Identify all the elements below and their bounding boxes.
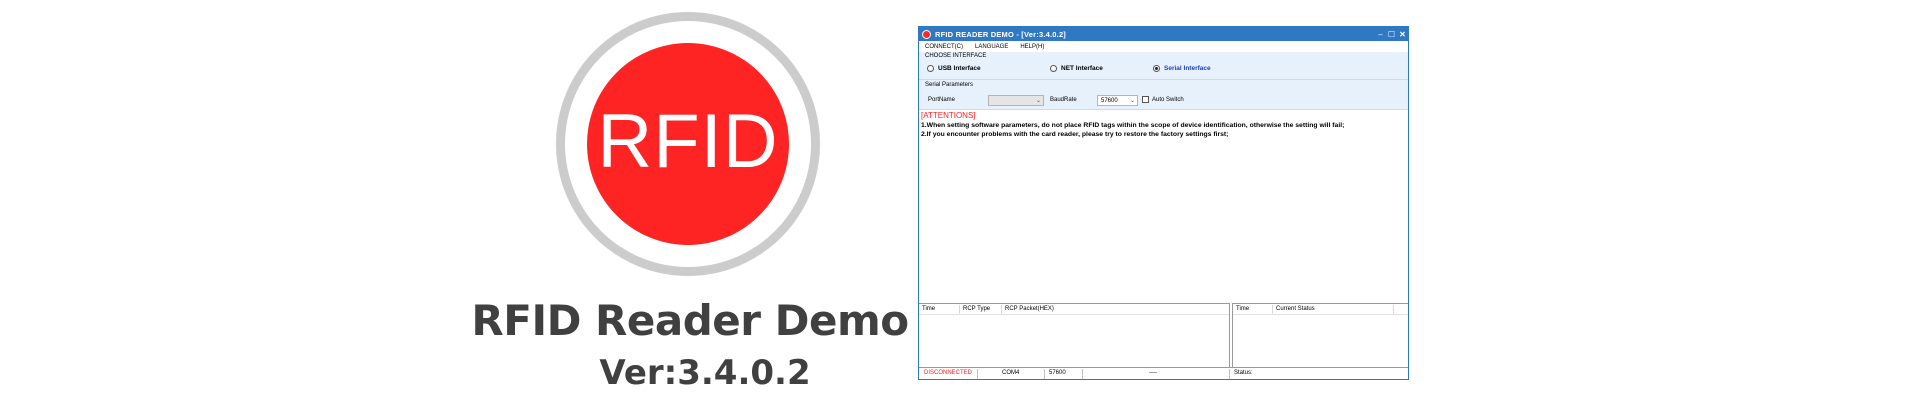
status-divider bbox=[977, 369, 978, 379]
app-icon bbox=[922, 29, 931, 39]
window-title: RFID READER DEMO - [Ver:3.4.0.2] bbox=[935, 29, 1067, 39]
port-name-label: PortName bbox=[928, 97, 956, 103]
checkbox-unchecked-icon bbox=[1142, 96, 1149, 103]
interface-legend: CHOOSE INTERFACE bbox=[925, 53, 987, 59]
serial-parameters-panel: Serial Parameters PortName ⌄ BaudRate 57… bbox=[919, 80, 1408, 110]
status-text: Status: bbox=[1234, 370, 1253, 376]
attentions-heading: [ATTENTIONS] bbox=[921, 111, 976, 120]
status-log-header: Time Current Status bbox=[1233, 304, 1408, 315]
radio-unchecked-icon bbox=[927, 65, 934, 72]
usb-interface-radio[interactable]: USB Interface bbox=[927, 65, 981, 72]
status-divider bbox=[1229, 369, 1230, 379]
minimize-button[interactable]: – bbox=[1375, 27, 1386, 41]
auto-switch-label: Auto Switch bbox=[1152, 96, 1184, 103]
packet-log-table[interactable]: Time RCP Type RCP Packet(HEX) bbox=[919, 303, 1230, 368]
status-divider bbox=[1082, 369, 1083, 379]
status-port: COM4 bbox=[1002, 370, 1020, 376]
net-interface-radio[interactable]: NET Interface bbox=[1050, 65, 1103, 72]
serial-row: PortName ⌄ BaudRate 57600 ⌄ Auto Switch bbox=[919, 95, 1408, 107]
col-rcp-packet: RCP Packet(HEX) bbox=[1005, 306, 1054, 312]
chevron-down-icon: ⌄ bbox=[1035, 98, 1041, 104]
serial-legend: Serial Parameters bbox=[925, 82, 974, 88]
logo-disc: RFID bbox=[587, 43, 789, 245]
column-divider bbox=[1393, 305, 1394, 314]
col-current-status: Current Status bbox=[1276, 306, 1315, 312]
baud-rate-value: 57600 bbox=[1101, 97, 1118, 104]
baud-rate-label: BaudRate bbox=[1050, 97, 1077, 103]
baud-rate-select[interactable]: 57600 ⌄ bbox=[1097, 95, 1138, 106]
menu-help[interactable]: HELP(H) bbox=[1020, 44, 1044, 50]
brand-version: Ver:3.4.0.2 bbox=[599, 353, 811, 393]
column-divider bbox=[1001, 305, 1002, 314]
window-controls: – ☐ ✕ bbox=[1375, 27, 1408, 41]
interface-options: USB Interface NET Interface Serial Inter… bbox=[927, 65, 1408, 75]
col-time: Time bbox=[1236, 306, 1250, 312]
status-extra: ---- bbox=[1149, 370, 1157, 376]
brand-title: RFID Reader Demo bbox=[471, 296, 909, 345]
connection-status: DISCONNECTED bbox=[924, 370, 973, 376]
status-divider bbox=[1044, 369, 1045, 379]
logo-gap: RFID bbox=[565, 21, 811, 267]
col-time: Time bbox=[922, 306, 936, 312]
menu-language[interactable]: LANGUAGE bbox=[975, 44, 1008, 50]
menu-connect[interactable]: CONNECT(C) bbox=[925, 44, 963, 50]
attentions-area: [ATTENTIONS] 1.When setting software par… bbox=[921, 111, 1404, 138]
auto-switch-checkbox[interactable]: Auto Switch bbox=[1142, 96, 1184, 103]
serial-interface-radio[interactable]: Serial Interface bbox=[1153, 65, 1211, 72]
radio-unchecked-icon bbox=[1050, 65, 1057, 72]
chevron-down-icon: ⌄ bbox=[1129, 98, 1135, 104]
serial-interface-label: Serial Interface bbox=[1164, 65, 1211, 72]
packet-log-header: Time RCP Type RCP Packet(HEX) bbox=[919, 304, 1229, 315]
radio-checked-icon bbox=[1153, 65, 1160, 72]
interface-panel: CHOOSE INTERFACE USB Interface NET Inter… bbox=[919, 52, 1408, 80]
port-name-select[interactable]: ⌄ bbox=[988, 95, 1044, 106]
column-divider bbox=[1272, 305, 1273, 314]
status-bar: DISCONNECTED COM4 57600 ---- Status: bbox=[919, 367, 1408, 379]
net-interface-label: NET Interface bbox=[1061, 65, 1103, 72]
maximize-button[interactable]: ☐ bbox=[1386, 27, 1397, 41]
menu-bar: CONNECT(C) LANGUAGE HELP(H) bbox=[919, 41, 1408, 52]
attention-line-1: 1.When setting software parameters, do n… bbox=[921, 122, 1345, 129]
title-bar[interactable]: RFID READER DEMO - [Ver:3.4.0.2] – ☐ ✕ bbox=[919, 27, 1408, 41]
status-log-table[interactable]: Time Current Status bbox=[1232, 303, 1408, 368]
rfid-logo: RFID bbox=[556, 12, 820, 276]
logo-text: RFID bbox=[597, 98, 779, 184]
app-window: RFID READER DEMO - [Ver:3.4.0.2] – ☐ ✕ C… bbox=[918, 26, 1409, 380]
column-divider bbox=[959, 305, 960, 314]
status-baud: 57600 bbox=[1049, 370, 1066, 376]
col-rcp-type: RCP Type bbox=[963, 306, 991, 312]
close-button[interactable]: ✕ bbox=[1397, 27, 1408, 41]
usb-interface-label: USB Interface bbox=[938, 65, 981, 72]
attention-line-2: 2.If you encounter problems with the car… bbox=[921, 131, 1229, 138]
